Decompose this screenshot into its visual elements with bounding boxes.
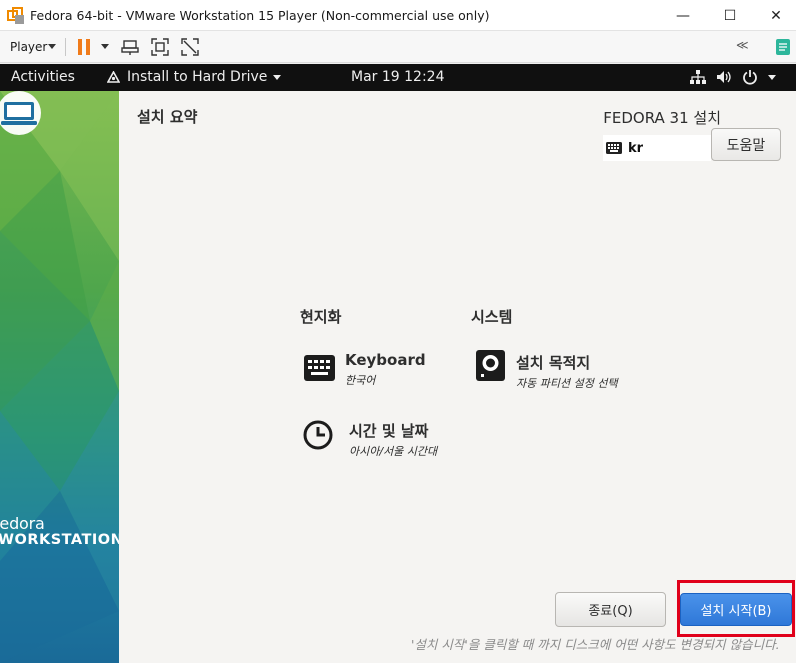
app-menu-label: Install to Hard Drive [127, 69, 268, 85]
keyboard-icon [304, 355, 335, 381]
vmware-toolbar: Player ≪ [0, 31, 796, 63]
pause-menu-chevron-down-icon[interactable] [101, 44, 109, 49]
notes-icon[interactable] [775, 38, 791, 56]
hub-title: 설치 요약 [137, 108, 198, 126]
power-icon [743, 70, 757, 85]
keyboard-layout-indicator[interactable]: kr [603, 135, 711, 161]
volume-icon [717, 71, 731, 83]
keyboard-icon [606, 142, 622, 154]
spoke-keyboard-title: Keyboard [345, 351, 426, 369]
clock[interactable]: Mar 19 12:24 [351, 69, 444, 85]
maximize-button[interactable]: ☐ [707, 0, 753, 31]
status-chevron-down-icon [768, 74, 776, 80]
spoke-time-date[interactable]: 시간 및 날짜 아시아/서울 시간대 [303, 418, 437, 459]
installation-summary-hub: 설치 요약 FEDORA 31 설치 kr 도움말 현지화 시스템 Keyboa… [119, 91, 796, 663]
anaconda-app-icon [107, 70, 120, 83]
close-button[interactable]: ✕ [753, 0, 796, 31]
changes-warning-text: '설치 시작'을 클릭할 때 까지 디스크에 어떤 사항도 변경되지 않습니다. [411, 637, 780, 652]
category-localization: 현지화 [300, 308, 342, 326]
spoke-keyboard-status: 한국어 [345, 374, 376, 387]
collapse-toolbar-icon[interactable]: ≪ [736, 38, 749, 52]
category-system: 시스템 [471, 308, 513, 326]
vmware-app-icon [7, 7, 24, 24]
keyboard-layout-label: kr [628, 140, 644, 156]
quit-button[interactable]: 종료(Q) [555, 592, 666, 627]
sidebar-background [0, 91, 119, 663]
vmware-title-bar: Fedora 64-bit - VMware Workstation 15 Pl… [0, 0, 796, 31]
close-icon: ✕ [770, 7, 782, 24]
system-status-menu[interactable] [690, 69, 776, 85]
gnome-top-bar: Activities Install to Hard Drive Mar 19 … [0, 64, 796, 91]
spoke-time-date-title: 시간 및 날짜 [349, 422, 429, 440]
product-title: FEDORA 31 설치 [603, 109, 721, 127]
pause-icon [78, 39, 82, 55]
window-title: Fedora 64-bit - VMware Workstation 15 Pl… [30, 8, 490, 23]
network-wired-icon [690, 70, 706, 84]
pause-icon-bar [86, 39, 90, 55]
spoke-destination-status: 자동 파티션 설정 선택 [516, 377, 618, 390]
player-menu[interactable]: Player [10, 40, 47, 54]
player-menu-chevron-down-icon[interactable] [48, 44, 56, 49]
installer-sidebar: fedora WORKSTATION [0, 91, 119, 663]
send-ctrl-alt-del-icon[interactable] [121, 38, 139, 56]
help-button[interactable]: 도움말 [711, 128, 781, 161]
toolbar-divider [65, 38, 66, 56]
spoke-time-date-status: 아시아/서울 시간대 [349, 445, 438, 458]
workstation-logo-text: WORKSTATION [0, 532, 119, 548]
minimize-icon: — [676, 7, 690, 24]
spoke-destination-title: 설치 목적지 [516, 354, 591, 372]
clock-icon [303, 420, 333, 450]
fedora-logo-text: fedora [0, 514, 45, 533]
app-menu-chevron-down-icon [273, 74, 282, 80]
unity-mode-icon[interactable] [181, 38, 199, 56]
disk-icon [476, 350, 505, 381]
maximize-icon: ☐ [723, 7, 737, 24]
annotation-highlight-box [677, 580, 795, 637]
activities-button[interactable]: Activities [11, 69, 75, 85]
workstation-laptop-icon [0, 91, 41, 135]
spoke-keyboard[interactable]: Keyboard 한국어 [303, 351, 426, 388]
spoke-installation-destination[interactable]: 설치 목적지 자동 파티션 설정 선택 [474, 348, 618, 391]
app-menu[interactable]: Install to Hard Drive [107, 69, 282, 85]
minimize-button[interactable]: — [660, 0, 706, 31]
full-screen-icon[interactable] [151, 38, 169, 56]
